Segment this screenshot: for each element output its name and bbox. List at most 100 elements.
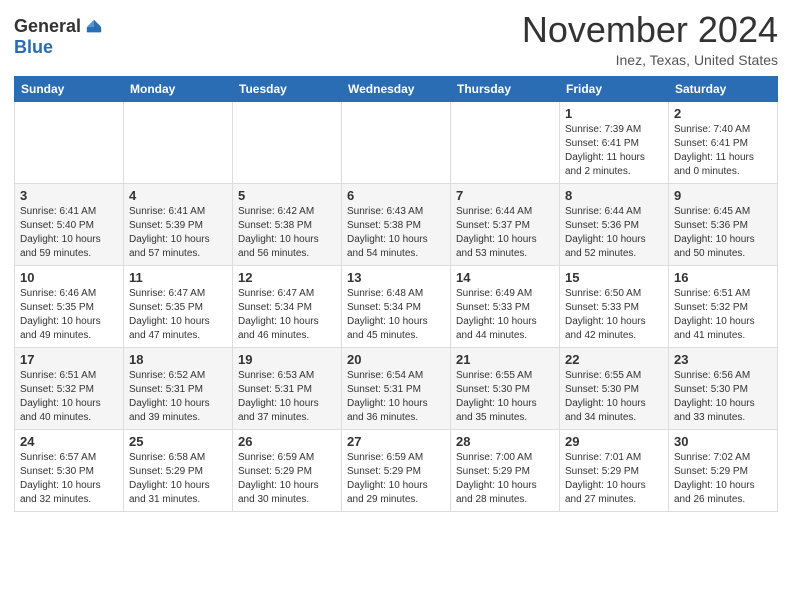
- day-number: 26: [238, 434, 336, 449]
- weekday-header: Saturday: [669, 76, 778, 101]
- day-number: 2: [674, 106, 772, 121]
- calendar-cell: 23Sunrise: 6:56 AM Sunset: 5:30 PM Dayli…: [669, 347, 778, 429]
- calendar-cell: 25Sunrise: 6:58 AM Sunset: 5:29 PM Dayli…: [124, 429, 233, 511]
- page: General Blue November 2024 Inez, Texas, …: [0, 0, 792, 526]
- calendar-week-row: 10 Sunrise: 6:46 AM Sunset: 5:35 PM Dayli…: [15, 265, 778, 347]
- day-info: Sunrise: 6:55 AM Sunset: 5:30 PM Dayligh…: [565, 369, 663, 425]
- day-info: Sunrise: 6:52 AM Sunset: 5:31 PM Dayligh…: [129, 369, 227, 425]
- weekday-header: Friday: [560, 76, 669, 101]
- day-number: 10: [20, 270, 118, 285]
- day-number: 15: [565, 270, 663, 285]
- logo: General Blue: [14, 10, 103, 58]
- logo-blue-text: Blue: [14, 37, 53, 57]
- day-number: 11: [129, 270, 227, 285]
- calendar-cell: 9 Sunrise: 6:45 AM Sunset: 5:36 PM Daylig…: [669, 183, 778, 265]
- calendar-cell: [15, 101, 124, 183]
- weekday-header: Thursday: [451, 76, 560, 101]
- day-number: 19: [238, 352, 336, 367]
- day-info: Sunrise: 6:55 AM Sunset: 5:30 PM Dayligh…: [456, 369, 554, 425]
- calendar-cell: 18 Sunrise: 6:52 AM Sunset: 5:31 PM Dayli…: [124, 347, 233, 429]
- calendar-cell: [233, 101, 342, 183]
- title-block: November 2024 Inez, Texas, United States: [522, 10, 778, 68]
- calendar-cell: 24Sunrise: 6:57 AM Sunset: 5:30 PM Dayli…: [15, 429, 124, 511]
- calendar-cell: 2 Sunrise: 7:40 AM Sunset: 6:41 PM Daylig…: [669, 101, 778, 183]
- day-info: Sunrise: 6:41 AM Sunset: 5:40 PM Dayligh…: [20, 205, 118, 261]
- day-number: 20: [347, 352, 445, 367]
- calendar-cell: 4 Sunrise: 6:41 AM Sunset: 5:39 PM Daylig…: [124, 183, 233, 265]
- day-number: 29: [565, 434, 663, 449]
- calendar-cell: 10 Sunrise: 6:46 AM Sunset: 5:35 PM Dayli…: [15, 265, 124, 347]
- calendar-week-row: 24Sunrise: 6:57 AM Sunset: 5:30 PM Dayli…: [15, 429, 778, 511]
- calendar-cell: 22 Sunrise: 6:55 AM Sunset: 5:30 PM Dayli…: [560, 347, 669, 429]
- header: General Blue November 2024 Inez, Texas, …: [14, 10, 778, 68]
- day-info: Sunrise: 6:57 AM Sunset: 5:30 PM Dayligh…: [20, 451, 118, 507]
- day-number: 14: [456, 270, 554, 285]
- day-info: Sunrise: 6:44 AM Sunset: 5:37 PM Dayligh…: [456, 205, 554, 261]
- day-info: Sunrise: 6:41 AM Sunset: 5:39 PM Dayligh…: [129, 205, 227, 261]
- day-info: Sunrise: 6:51 AM Sunset: 5:32 PM Dayligh…: [674, 287, 772, 343]
- day-info: Sunrise: 7:00 AM Sunset: 5:29 PM Dayligh…: [456, 451, 554, 507]
- calendar-cell: 16 Sunrise: 6:51 AM Sunset: 5:32 PM Dayli…: [669, 265, 778, 347]
- day-info: Sunrise: 6:46 AM Sunset: 5:35 PM Dayligh…: [20, 287, 118, 343]
- day-number: 8: [565, 188, 663, 203]
- day-info: Sunrise: 6:58 AM Sunset: 5:29 PM Dayligh…: [129, 451, 227, 507]
- calendar-cell: 1 Sunrise: 7:39 AM Sunset: 6:41 PM Daylig…: [560, 101, 669, 183]
- calendar-cell: 19 Sunrise: 6:53 AM Sunset: 5:31 PM Dayli…: [233, 347, 342, 429]
- day-number: 3: [20, 188, 118, 203]
- calendar-cell: 3 Sunrise: 6:41 AM Sunset: 5:40 PM Daylig…: [15, 183, 124, 265]
- calendar-week-row: 1 Sunrise: 7:39 AM Sunset: 6:41 PM Daylig…: [15, 101, 778, 183]
- day-info: Sunrise: 6:43 AM Sunset: 5:38 PM Dayligh…: [347, 205, 445, 261]
- calendar-cell: 13 Sunrise: 6:48 AM Sunset: 5:34 PM Dayli…: [342, 265, 451, 347]
- weekday-header: Wednesday: [342, 76, 451, 101]
- day-number: 4: [129, 188, 227, 203]
- day-number: 17: [20, 352, 118, 367]
- weekday-header: Tuesday: [233, 76, 342, 101]
- day-number: 7: [456, 188, 554, 203]
- weekday-header: Sunday: [15, 76, 124, 101]
- calendar-cell: 29 Sunrise: 7:01 AM Sunset: 5:29 PM Dayli…: [560, 429, 669, 511]
- location: Inez, Texas, United States: [522, 52, 778, 68]
- day-number: 16: [674, 270, 772, 285]
- calendar-cell: 15 Sunrise: 6:50 AM Sunset: 5:33 PM Dayli…: [560, 265, 669, 347]
- calendar-week-row: 3 Sunrise: 6:41 AM Sunset: 5:40 PM Daylig…: [15, 183, 778, 265]
- day-info: Sunrise: 6:45 AM Sunset: 5:36 PM Dayligh…: [674, 205, 772, 261]
- day-number: 27: [347, 434, 445, 449]
- day-info: Sunrise: 6:53 AM Sunset: 5:31 PM Dayligh…: [238, 369, 336, 425]
- day-number: 13: [347, 270, 445, 285]
- day-info: Sunrise: 7:40 AM Sunset: 6:41 PM Dayligh…: [674, 123, 772, 179]
- day-number: 6: [347, 188, 445, 203]
- calendar-cell: 26Sunrise: 6:59 AM Sunset: 5:29 PM Dayli…: [233, 429, 342, 511]
- day-info: Sunrise: 7:01 AM Sunset: 5:29 PM Dayligh…: [565, 451, 663, 507]
- calendar-header-row: SundayMondayTuesdayWednesdayThursdayFrid…: [15, 76, 778, 101]
- calendar-cell: 7 Sunrise: 6:44 AM Sunset: 5:37 PM Daylig…: [451, 183, 560, 265]
- day-number: 9: [674, 188, 772, 203]
- day-number: 30: [674, 434, 772, 449]
- day-info: Sunrise: 6:50 AM Sunset: 5:33 PM Dayligh…: [565, 287, 663, 343]
- calendar-week-row: 17Sunrise: 6:51 AM Sunset: 5:32 PM Dayli…: [15, 347, 778, 429]
- day-info: Sunrise: 6:44 AM Sunset: 5:36 PM Dayligh…: [565, 205, 663, 261]
- day-info: Sunrise: 6:42 AM Sunset: 5:38 PM Dayligh…: [238, 205, 336, 261]
- day-info: Sunrise: 7:39 AM Sunset: 6:41 PM Dayligh…: [565, 123, 663, 179]
- calendar-cell: 28 Sunrise: 7:00 AM Sunset: 5:29 PM Dayli…: [451, 429, 560, 511]
- day-info: Sunrise: 6:54 AM Sunset: 5:31 PM Dayligh…: [347, 369, 445, 425]
- calendar-cell: 17Sunrise: 6:51 AM Sunset: 5:32 PM Dayli…: [15, 347, 124, 429]
- calendar-cell: 21Sunrise: 6:55 AM Sunset: 5:30 PM Dayli…: [451, 347, 560, 429]
- day-number: 5: [238, 188, 336, 203]
- month-title: November 2024: [522, 10, 778, 50]
- logo-general-text: General: [14, 16, 81, 37]
- day-number: 28: [456, 434, 554, 449]
- calendar-cell: 27Sunrise: 6:59 AM Sunset: 5:29 PM Dayli…: [342, 429, 451, 511]
- calendar-cell: 14 Sunrise: 6:49 AM Sunset: 5:33 PM Dayli…: [451, 265, 560, 347]
- day-number: 1: [565, 106, 663, 121]
- calendar-cell: 11Sunrise: 6:47 AM Sunset: 5:35 PM Dayli…: [124, 265, 233, 347]
- calendar-cell: 12Sunrise: 6:47 AM Sunset: 5:34 PM Dayli…: [233, 265, 342, 347]
- day-number: 22: [565, 352, 663, 367]
- calendar-cell: [342, 101, 451, 183]
- day-number: 23: [674, 352, 772, 367]
- weekday-header: Monday: [124, 76, 233, 101]
- calendar-cell: 5 Sunrise: 6:42 AM Sunset: 5:38 PM Daylig…: [233, 183, 342, 265]
- day-info: Sunrise: 6:49 AM Sunset: 5:33 PM Dayligh…: [456, 287, 554, 343]
- day-info: Sunrise: 6:48 AM Sunset: 5:34 PM Dayligh…: [347, 287, 445, 343]
- day-number: 18: [129, 352, 227, 367]
- logo-icon: [85, 18, 103, 36]
